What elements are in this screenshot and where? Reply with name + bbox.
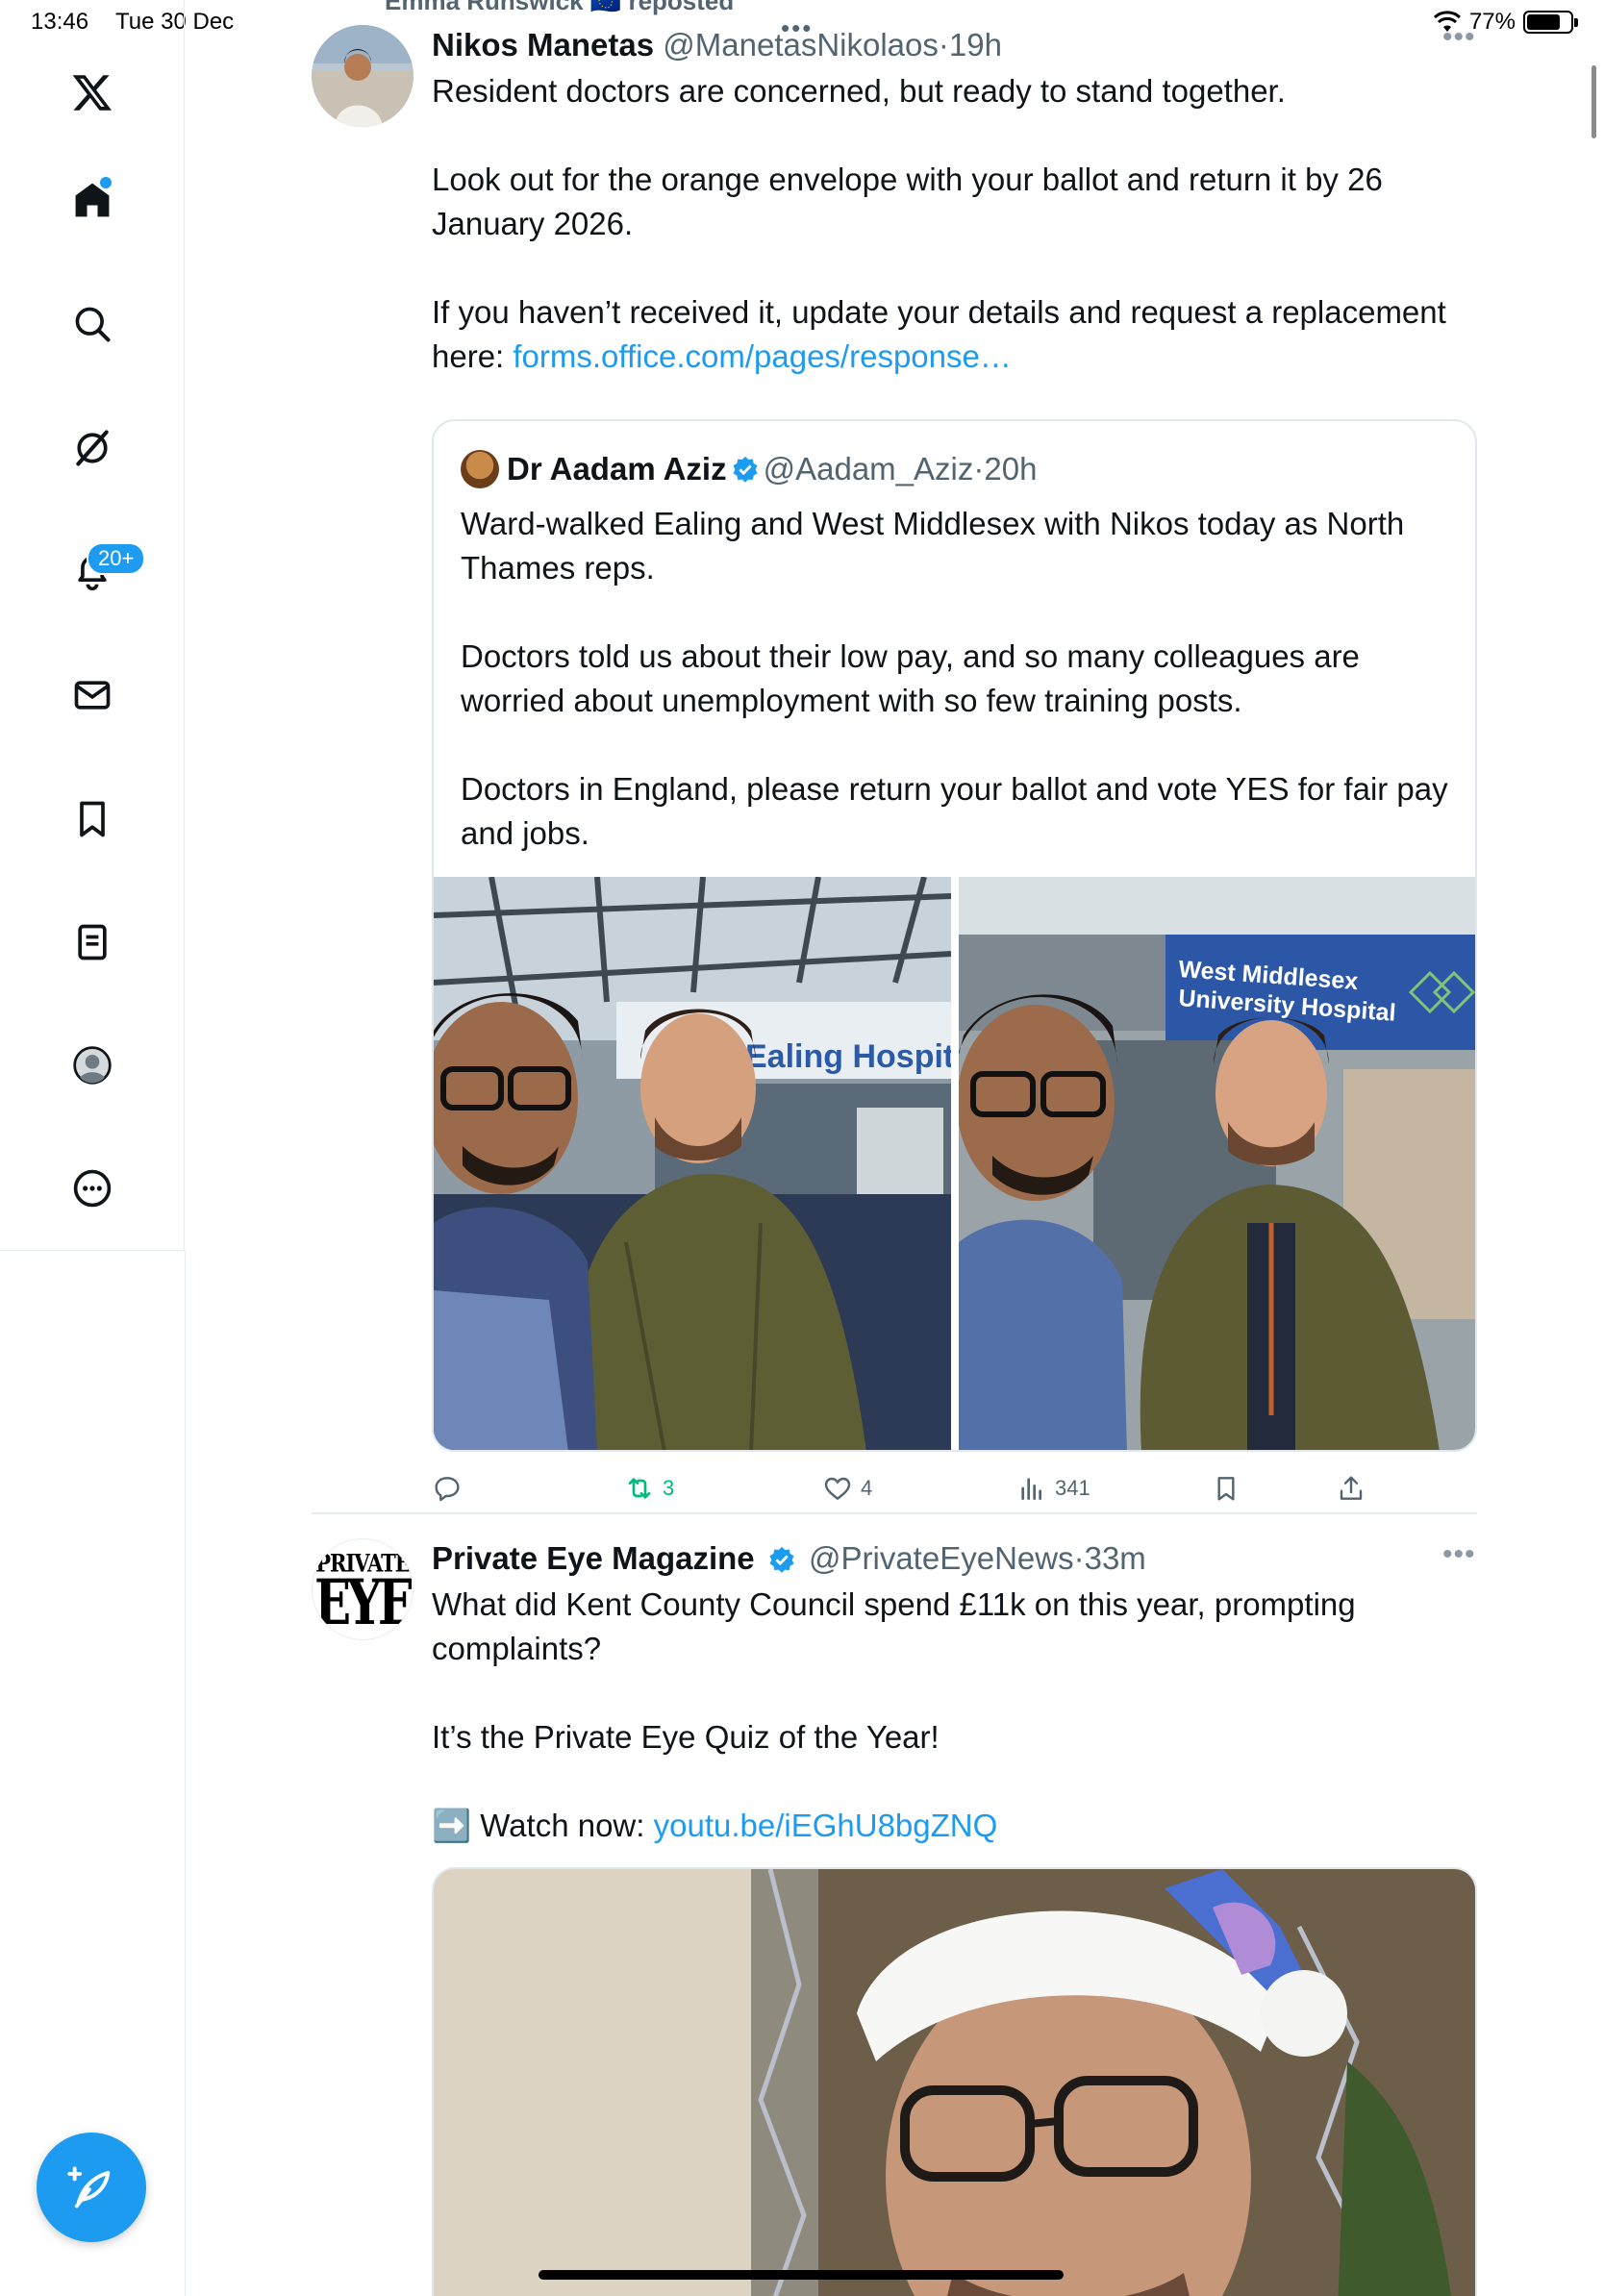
tweet-header: Nikos Manetas @ManetasNikolaos·19h — [432, 27, 1002, 62]
home-unread-dot — [100, 177, 112, 188]
repost-button[interactable]: 3 — [624, 1473, 674, 1504]
sidebar-divider — [0, 1250, 185, 1251]
list-icon — [78, 924, 107, 961]
more-icon — [73, 1169, 112, 1208]
tweet-more-button[interactable]: ••• — [1442, 1538, 1476, 1571]
nav-profile[interactable] — [54, 1027, 131, 1104]
nav-grok[interactable] — [54, 410, 131, 487]
grok-icon — [76, 430, 109, 466]
nav-bookmarks[interactable] — [54, 781, 131, 858]
nav-explore[interactable] — [54, 286, 131, 362]
tweet-nikos[interactable]: Nikos Manetas @ManetasNikolaos·19h Resid… — [312, 25, 1477, 1506]
heart-icon — [824, 1477, 851, 1500]
mail-icon — [74, 681, 111, 710]
tweet-text: Resident doctors are concerned, but read… — [432, 69, 1477, 379]
compose-feather-icon — [67, 2166, 111, 2209]
repost-banner[interactable]: Emma Runswick 🇪🇺 reposted — [385, 0, 734, 16]
tweet-time[interactable]: 33m — [1085, 1540, 1146, 1576]
sidebar-rail — [185, 1250, 186, 2296]
reply-icon — [435, 1477, 460, 1502]
tweet-text-body: What did Kent County Council spend £11k … — [432, 1586, 1356, 1843]
tweet-private-eye[interactable]: PRIVATE EYE Private Eye Magazine @Privat… — [312, 1538, 1477, 2296]
profile-icon — [73, 1046, 112, 1085]
bookmark-button[interactable] — [1211, 1473, 1241, 1504]
nav-home[interactable] — [54, 162, 131, 238]
views-count: 341 — [1055, 1476, 1090, 1500]
search-icon — [75, 307, 111, 342]
video-thumbnail[interactable] — [432, 1867, 1477, 2296]
tweet-text-body: Resident doctors are concerned, but read… — [432, 73, 1446, 374]
verified-badge-icon — [733, 456, 758, 483]
quoted-tweet[interactable]: Dr Aadam Aziz @Aadam_Aziz · 20h Ward-walke… — [432, 419, 1477, 1452]
photo-ealing-hospital[interactable]: Ealing Hospita — [434, 877, 951, 1450]
author-name[interactable]: Private Eye Magazine — [432, 1540, 755, 1576]
tweet-time[interactable]: 19h — [949, 27, 1002, 62]
verified-badge-icon — [769, 1546, 794, 1573]
bookmark-icon — [80, 801, 105, 837]
views-button[interactable]: 341 — [1016, 1473, 1090, 1504]
sidebar: 20+ — [0, 0, 185, 1250]
share-icon — [1340, 1476, 1363, 1500]
tweet-link[interactable]: youtu.be/iEGhU8bgZNQ — [654, 1808, 998, 1843]
author-handle[interactable]: @ManetasNikolaos — [663, 27, 939, 62]
author-handle[interactable]: @PrivateEyeNews — [809, 1540, 1074, 1576]
nav-more[interactable] — [54, 1150, 131, 1227]
scrollbar[interactable] — [1591, 65, 1596, 138]
author-name[interactable]: Nikos Manetas — [432, 27, 654, 62]
share-button[interactable] — [1336, 1473, 1366, 1504]
quote-author-name: Dr Aadam Aziz — [507, 451, 727, 487]
quote-avatar[interactable] — [461, 450, 499, 488]
home-indicator[interactable] — [539, 2270, 1064, 2280]
private-eye-logo-bottom: EYE — [314, 1564, 413, 1639]
reply-button[interactable] — [432, 1473, 470, 1504]
tweet-text: What did Kent County Council spend £11k … — [432, 1583, 1477, 1848]
x-logo-icon — [72, 75, 112, 111]
tweet-link[interactable]: forms.office.com/pages/response… — [513, 338, 1011, 374]
notifications-badge: 20+ — [87, 542, 146, 575]
battery-icon — [1523, 11, 1578, 34]
x-logo[interactable] — [54, 54, 131, 131]
tweet-more-button[interactable]: ••• — [1442, 21, 1476, 54]
nav-lists[interactable] — [54, 904, 131, 981]
avatar-private-eye[interactable]: PRIVATE EYE — [312, 1538, 414, 1640]
tweet-divider — [312, 1512, 1477, 1514]
avatar-nikos[interactable] — [312, 25, 414, 127]
battery-fill — [1527, 14, 1560, 30]
like-button[interactable]: 4 — [822, 1473, 872, 1504]
ealing-sign-text: Ealing Hospita — [745, 1038, 951, 1075]
repost-count: 3 — [663, 1476, 675, 1500]
quote-header: Dr Aadam Aziz @Aadam_Aziz · 20h — [461, 450, 1037, 488]
bookmark-icon — [1217, 1477, 1235, 1501]
photo-west-middlesex-hospital[interactable]: West Middlesex University Hospital — [959, 877, 1475, 1450]
like-count: 4 — [861, 1476, 873, 1500]
views-chart-icon — [1021, 1478, 1041, 1500]
tweet-header: Private Eye Magazine @PrivateEyeNews·33m — [432, 1540, 1146, 1576]
compose-button[interactable] — [37, 2133, 146, 2242]
quote-text: Ward-walked Ealing and West Middlesex wi… — [461, 506, 1448, 851]
tweet-actions: 3 4 341 — [432, 1463, 1393, 1517]
repost-icon — [628, 1478, 651, 1499]
nav-messages[interactable] — [54, 657, 131, 734]
quote-time: 20h — [984, 451, 1038, 487]
quote-author-handle: @Aadam_Aziz — [763, 451, 974, 487]
